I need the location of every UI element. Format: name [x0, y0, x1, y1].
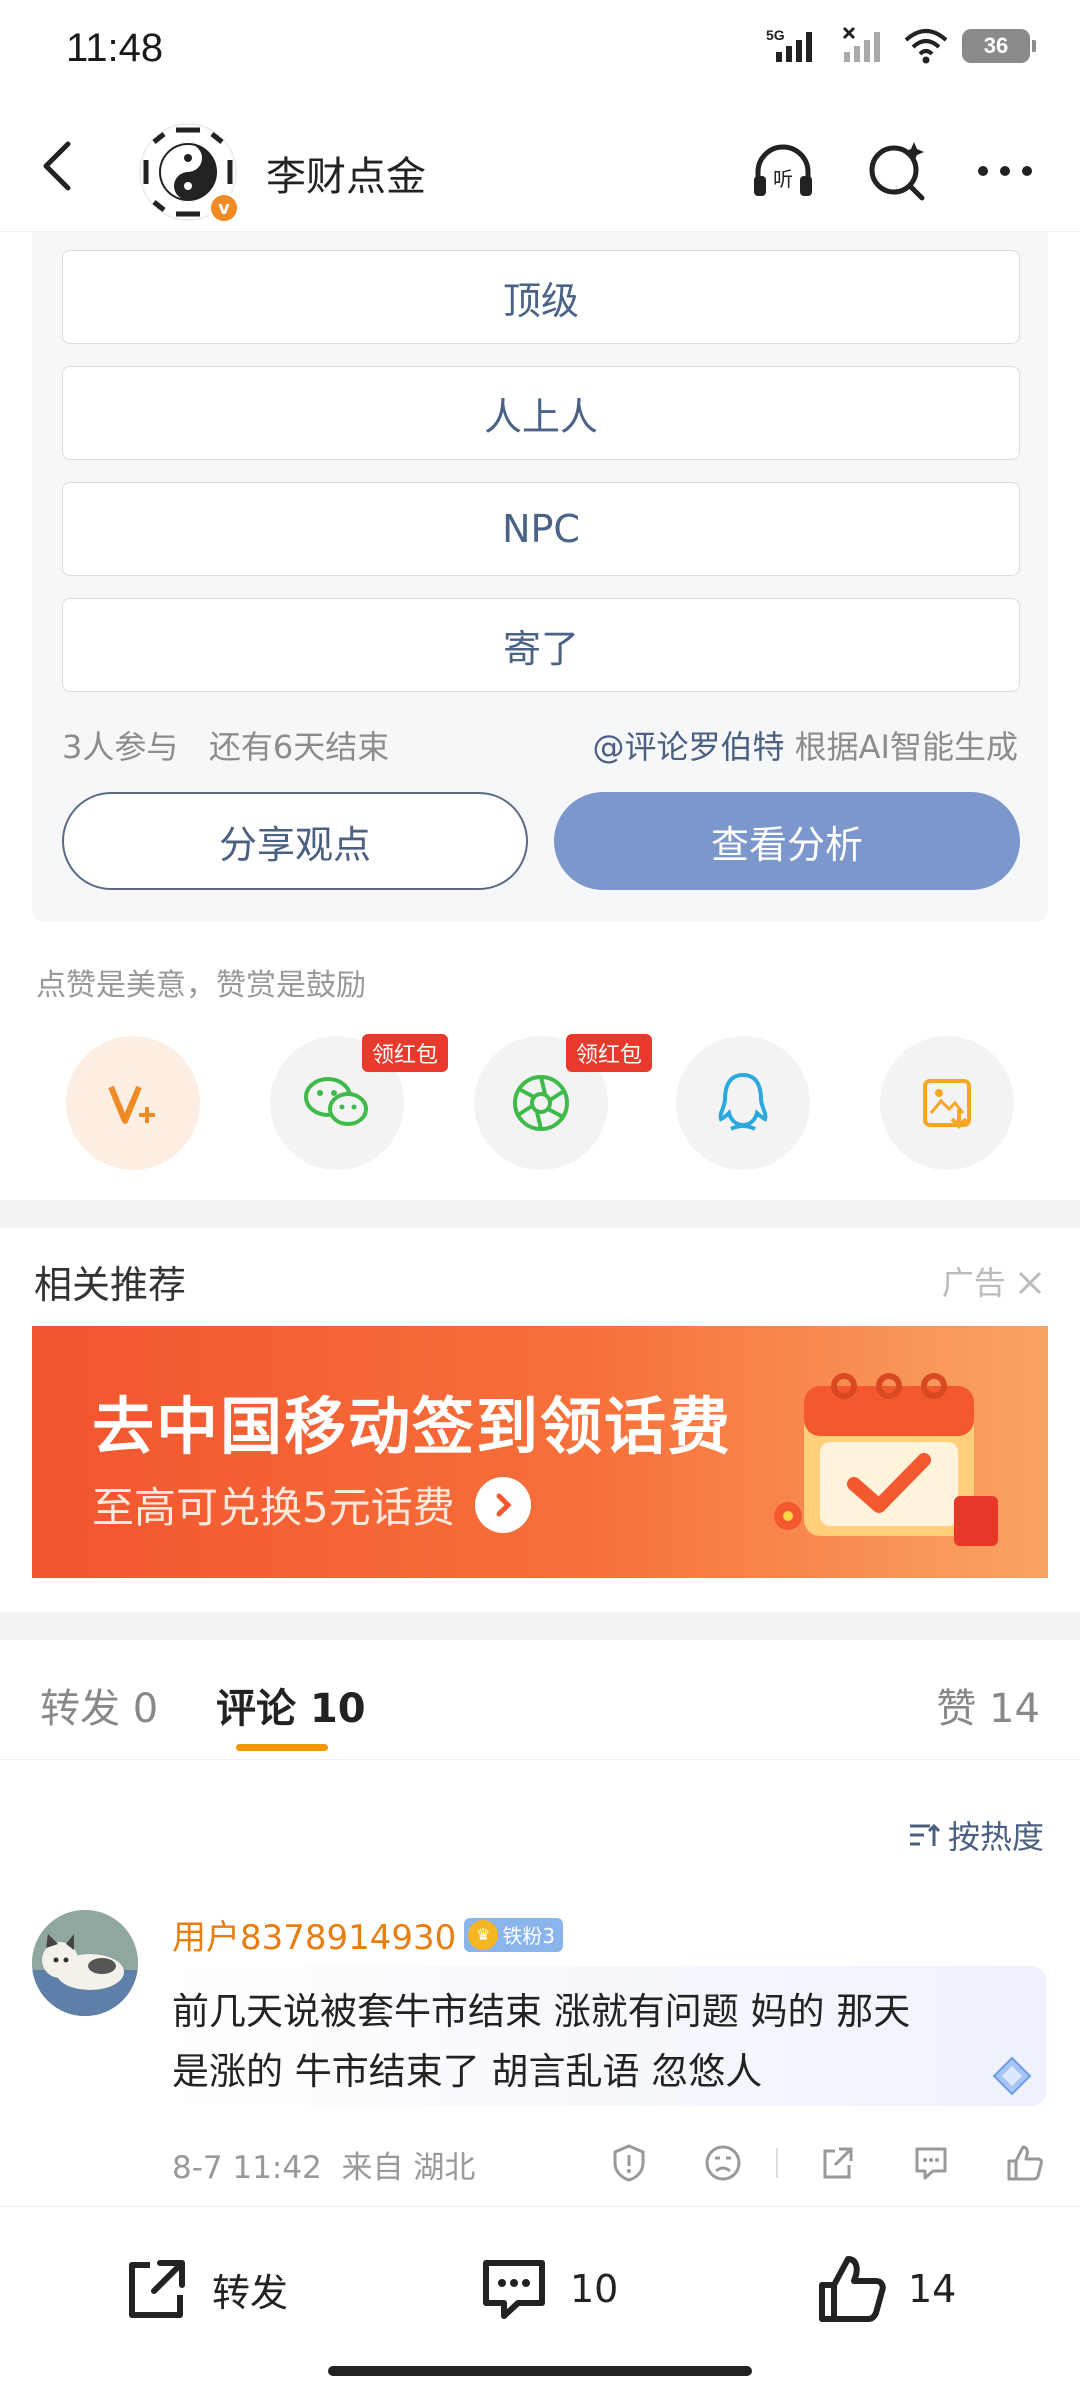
- moments-icon: [513, 1075, 569, 1131]
- tab-comments[interactable]: 评论 10: [216, 1676, 366, 1734]
- wechat-share-button[interactable]: 领红包: [270, 1034, 448, 1170]
- comment-bubble-icon: [915, 2147, 947, 2180]
- ad-label[interactable]: 广告: [942, 1258, 1044, 1304]
- comment-like-button[interactable]: [990, 2128, 1060, 2198]
- active-tab-indicator: [236, 1744, 328, 1751]
- save-image-button[interactable]: [880, 1036, 1014, 1170]
- status-icons: 5G 36: [766, 26, 1036, 66]
- bottom-like-button[interactable]: 14: [816, 2253, 956, 2325]
- share-opinion-button[interactable]: 分享观点: [62, 792, 528, 890]
- home-indicator[interactable]: [328, 2366, 752, 2376]
- svg-text:5G: 5G: [766, 27, 785, 43]
- comment-share-button[interactable]: [802, 2128, 872, 2198]
- section-divider: [0, 1200, 1080, 1228]
- tab-likes[interactable]: 赞 14: [936, 1676, 1040, 1734]
- reward-hint: 点赞是美意，赞赏是鼓励: [36, 968, 366, 1003]
- red-packet-tag: 领红包: [361, 1034, 448, 1072]
- poll-option-3[interactable]: NPC: [62, 482, 1020, 576]
- credit-mention-link[interactable]: @评论罗伯特: [592, 728, 784, 766]
- back-icon[interactable]: [30, 136, 90, 196]
- page-title[interactable]: 李财点金: [266, 144, 426, 202]
- comment-actions: [570, 2128, 1060, 2198]
- avatar[interactable]: v: [138, 122, 240, 224]
- dislike-button[interactable]: [688, 2128, 758, 2198]
- calendar-icon: [774, 1373, 998, 1546]
- fan-badge: ♛ 铁粉3: [464, 1917, 564, 1952]
- bottom-repost-label: 转发: [212, 2270, 289, 2315]
- chevron-right-icon: [474, 1476, 531, 1533]
- battery-icon: 36: [962, 29, 1036, 63]
- sort-icon: [909, 1823, 940, 1846]
- comment-line-2: 是涨的 牛市结束了 胡言乱语 忽悠人: [172, 2050, 763, 2093]
- shield-warning-icon: [613, 2144, 645, 2182]
- status-time: 11:48: [66, 26, 164, 70]
- sad-face-icon: [705, 2145, 741, 2181]
- more-icon[interactable]: [970, 136, 1040, 206]
- moments-share-button[interactable]: 领红包: [474, 1034, 652, 1170]
- signal-nosim-icon: [842, 26, 880, 62]
- banner-subtitle: 至高可兑换5元话费: [92, 1474, 531, 1535]
- credit-text: 根据AI智能生成: [794, 728, 1018, 766]
- poll-option-4[interactable]: 寄了: [62, 598, 1020, 692]
- top-nav: v 李财点金 听: [0, 100, 1080, 232]
- repost-icon: [129, 2260, 185, 2318]
- red-packet-tag: 领红包: [565, 1034, 652, 1072]
- bottom-like-count: 14: [908, 2267, 957, 2311]
- comment-line-1: 前几天说被套牛市结束 涨就有问题 妈的 那天: [172, 1990, 911, 2033]
- ad-text: 广告: [941, 1264, 1006, 1302]
- bottom-comment-count: 10: [570, 2267, 619, 2311]
- ad-banner[interactable]: 去中国移动签到领话费 至高可兑换5元话费: [32, 1326, 1048, 1578]
- related-title: 相关推荐: [34, 1263, 187, 1307]
- commenter-info: 用户8378914930 ♛ 铁粉3: [172, 1910, 564, 1959]
- comment-icon: [483, 2260, 545, 2319]
- wechat-icon: [304, 1077, 368, 1126]
- comment-time: 8-7 11:42: [172, 2150, 322, 2186]
- thumbs-up-icon: [819, 2256, 886, 2322]
- close-ad-icon[interactable]: [1016, 1269, 1044, 1297]
- commenter-name[interactable]: 用户8378914930: [172, 1910, 456, 1959]
- poll-credit: @评论罗伯特 根据AI智能生成: [592, 722, 1018, 768]
- poll-option-1[interactable]: 顶级: [62, 250, 1020, 344]
- wifi-icon: [904, 29, 948, 64]
- cat-avatar-icon: [32, 1910, 138, 2016]
- ai-search-icon[interactable]: [862, 136, 932, 206]
- reward-v-icon: [108, 1085, 155, 1124]
- svg-text:听: 听: [773, 167, 793, 191]
- thumbs-up-icon: [1007, 2145, 1043, 2181]
- section-divider: [0, 1612, 1080, 1640]
- comment-meta: 8-7 11:42 来自 湖北: [172, 2142, 475, 2187]
- save-image-icon: [923, 1079, 971, 1129]
- action-divider: [776, 2148, 778, 2178]
- status-bar: 11:48 5G 36: [0, 0, 1080, 100]
- reply-button[interactable]: [896, 2128, 966, 2198]
- report-button[interactable]: [594, 2128, 664, 2198]
- listen-icon[interactable]: 听: [748, 136, 818, 206]
- view-analysis-button[interactable]: 查看分析: [554, 792, 1020, 890]
- reward-button[interactable]: [66, 1036, 200, 1170]
- verified-badge: v: [208, 192, 240, 224]
- share-row: 领红包 领红包: [0, 1034, 1080, 1170]
- comment-location: 来自 湖北: [341, 2150, 476, 2186]
- signal-5g-icon: 5G: [766, 27, 812, 62]
- tab-repost[interactable]: 转发 0: [40, 1676, 158, 1734]
- bottom-repost-button[interactable]: 转发: [120, 2253, 288, 2325]
- share-icon: [823, 2147, 853, 2179]
- banner-title: 去中国移动签到领话费: [92, 1390, 733, 1463]
- comment-text[interactable]: 前几天说被套牛市结束 涨就有问题 妈的 那天 是涨的 牛市结束了 胡言乱语 忽悠…: [160, 1966, 1046, 2106]
- diamond-decoration-icon: [992, 2056, 1032, 2096]
- bottom-comment-button[interactable]: 10: [478, 2253, 618, 2325]
- poll-participants: 3人参与: [62, 728, 179, 766]
- poll-card: 顶级 人上人 NPC 寄了 3人参与 还有6天结束 @评论罗伯特 根据AI智能生…: [32, 232, 1048, 922]
- crown-icon: ♛: [468, 1919, 499, 1950]
- poll-meta: 3人参与 还有6天结束: [62, 722, 389, 768]
- poll-remaining: 还有6天结束: [208, 728, 390, 766]
- qq-icon: [718, 1072, 768, 1131]
- interaction-tabs: 转发 0 评论 10 赞 14: [0, 1640, 1080, 1760]
- qq-share-button[interactable]: [676, 1036, 810, 1170]
- sort-by-heat-button[interactable]: 按热度: [908, 1812, 1044, 1858]
- commenter-avatar[interactable]: [32, 1910, 138, 2016]
- poll-option-2[interactable]: 人上人: [62, 366, 1020, 460]
